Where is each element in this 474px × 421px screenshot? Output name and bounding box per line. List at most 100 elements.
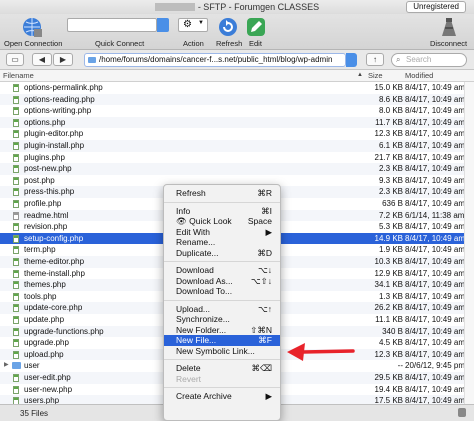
file-row[interactable]: post-new.php 2.3 KB 8/4/17, 10:49 am	[0, 163, 465, 175]
menu-item-refresh[interactable]: Refresh ⌘R	[164, 188, 280, 199]
quick-connect-input[interactable]	[67, 18, 157, 32]
file-name: revision.php	[24, 222, 68, 232]
menu-item-label: 👁 Quick Look	[176, 216, 232, 227]
file-modified: 8/4/17, 10:49 am	[405, 349, 466, 359]
file-modified: 8/4/17, 10:49 am	[405, 141, 466, 150]
title-bar: - SFTP - Forumgen CLASSES Unregistered	[0, 0, 474, 14]
menu-item-new-symbolic-link[interactable]: New Symbolic Link...	[164, 346, 280, 357]
file-modified: 8/4/17, 10:49 am	[405, 315, 466, 324]
menu-item-new-folder[interactable]: New Folder... ⇧⌘N	[164, 325, 280, 336]
php-file-icon	[13, 234, 19, 243]
search-input[interactable]: ⌕ Search	[391, 53, 467, 67]
path-field[interactable]: /home/forums/domains/cancer-f...s.net/pu…	[84, 53, 346, 67]
quick-connect-dropdown[interactable]	[157, 18, 169, 32]
menu-item-upload[interactable]: Upload... ⌥↑	[164, 304, 280, 315]
back-button[interactable]: ◀	[32, 53, 52, 66]
file-modified: 8/4/17, 10:49 am	[405, 175, 466, 185]
file-size: 34.1 KB	[374, 280, 403, 290]
file-modified: 8/4/17, 10:49 am	[405, 326, 466, 336]
column-header: Filename Size ▲ Modified	[0, 70, 474, 82]
php-file-icon	[13, 258, 19, 266]
open-connection-icon[interactable]	[21, 16, 43, 38]
php-file-icon	[13, 327, 19, 336]
menu-item-shortcut: ⌘D	[257, 247, 272, 258]
file-name: users.php	[24, 396, 60, 404]
file-row[interactable]: plugins.php 21.7 KB 8/4/17, 10:49 am	[0, 152, 465, 164]
file-row[interactable]: options.php 11.7 KB 8/4/17, 10:49 am	[0, 116, 465, 129]
disconnect-icon[interactable]	[438, 16, 460, 38]
menu-item-rename[interactable]: Rename...	[164, 237, 280, 248]
file-size: 17.5 KB	[374, 396, 403, 404]
menu-item-download[interactable]: Download ⌥↓	[164, 265, 280, 276]
file-size: 10.3 KB	[374, 257, 403, 266]
menu-item-duplicate[interactable]: Duplicate... ⌘D	[164, 248, 280, 259]
edit-icon[interactable]	[245, 16, 267, 38]
menu-item-quick-look[interactable]: 👁 Quick Look Space	[164, 216, 280, 227]
menu-item-new-file[interactable]: New File... ⌘F	[164, 335, 280, 346]
file-modified: 8/4/17, 10:49 am	[405, 199, 466, 208]
file-modified: 8/4/17, 10:49 am	[405, 222, 466, 232]
file-size: 21.7 KB	[374, 152, 403, 162]
menu-item-text: Rename...	[176, 237, 216, 247]
menu-item-delete[interactable]: Delete ⌘⌫	[164, 363, 280, 374]
action-button[interactable]: ⚙ ▼	[178, 18, 208, 32]
file-name: setup-config.php	[24, 233, 84, 243]
menu-item-shortcut: ⌘⌫	[251, 363, 272, 373]
menu-item-label: Delete	[176, 363, 201, 374]
menu-item-revert: Revert	[164, 374, 280, 385]
menu-item-label: Refresh	[176, 188, 206, 199]
path-dropdown[interactable]	[346, 53, 357, 67]
file-modified: 20/6/12, 9:45 pm	[405, 361, 466, 371]
file-modified: 8/4/17, 10:49 am	[405, 384, 466, 394]
file-row[interactable]: plugin-editor.php 12.3 KB 8/4/17, 10:49 am	[0, 128, 465, 140]
menu-item-create-archive[interactable]: Create Archive ▶	[164, 391, 280, 402]
file-row[interactable]: plugin-install.php 6.1 KB 8/4/17, 10:49 am	[0, 140, 466, 152]
menu-item-synchronize[interactable]: Synchronize...	[164, 314, 280, 325]
file-modified: 8/4/17, 10:49 am	[405, 338, 466, 348]
file-name: user	[24, 361, 40, 371]
file-name: options-writing.php	[24, 106, 92, 116]
file-modified: 8/4/17, 10:49 am	[405, 303, 466, 313]
file-row[interactable]: options-permalink.php 15.0 KB 8/4/17, 10:4…	[0, 82, 465, 94]
menu-item-download-as[interactable]: Download As... ⌥⇧↓	[164, 276, 280, 287]
file-name: themes.php	[24, 280, 66, 290]
file-modified: 8/4/17, 10:49 am	[405, 268, 466, 278]
disconnect-label: Disconnect	[430, 39, 468, 48]
file-name: upgrade.php	[24, 338, 69, 348]
file-size: 5.3 KB	[378, 222, 403, 232]
menu-item-edit-with[interactable]: Edit With ▶	[164, 227, 280, 238]
php-file-icon	[13, 246, 19, 255]
menu-item-text: Download	[176, 265, 214, 275]
open-connection-label: Open Connection	[4, 39, 63, 48]
unregistered-button[interactable]: Unregistered	[406, 1, 466, 13]
menu-item-label: New Folder...	[176, 325, 226, 336]
menu-item-shortcut: ▶	[265, 391, 272, 401]
view-toggle-button[interactable]: ▭	[6, 53, 24, 66]
up-button[interactable]: ↑	[366, 53, 384, 66]
disclosure-triangle-icon[interactable]: ▶	[4, 360, 9, 372]
menu-item-label: Download	[176, 265, 214, 276]
scrollbar[interactable]	[464, 82, 474, 404]
file-row[interactable]: options-reading.php 8.6 KB 8/4/17, 10:49 a…	[0, 93, 465, 106]
toolbar: Open Connection Quick Connect ⚙ ▼ Action …	[0, 14, 474, 50]
forward-button[interactable]: ▶	[53, 53, 73, 66]
php-file-icon	[13, 304, 19, 313]
menu-item-label: Upload...	[176, 304, 210, 315]
php-file-icon	[13, 188, 19, 197]
php-file-icon	[13, 153, 19, 162]
php-file-icon	[13, 397, 19, 404]
file-modified: 8/4/17, 10:49 am	[405, 291, 466, 301]
size-column-header[interactable]: Size	[368, 71, 383, 80]
file-name: plugin-editor.php	[24, 129, 84, 139]
menu-item-text: Info	[176, 205, 191, 216]
file-name: profile.php	[24, 199, 62, 208]
modified-column-header[interactable]: Modified	[405, 71, 433, 80]
refresh-icon[interactable]	[217, 16, 239, 38]
filename-column-header[interactable]: Filename	[3, 71, 34, 80]
file-row[interactable]: options-writing.php 8.0 KB 8/4/17, 10:49 a…	[0, 105, 465, 117]
menu-item-info[interactable]: Info ⌘I	[164, 206, 280, 217]
file-size: 9.3 KB	[378, 175, 403, 185]
php-file-icon	[13, 269, 19, 278]
file-name: press-this.php	[24, 187, 75, 197]
menu-item-download-to[interactable]: Download To...	[164, 286, 280, 297]
